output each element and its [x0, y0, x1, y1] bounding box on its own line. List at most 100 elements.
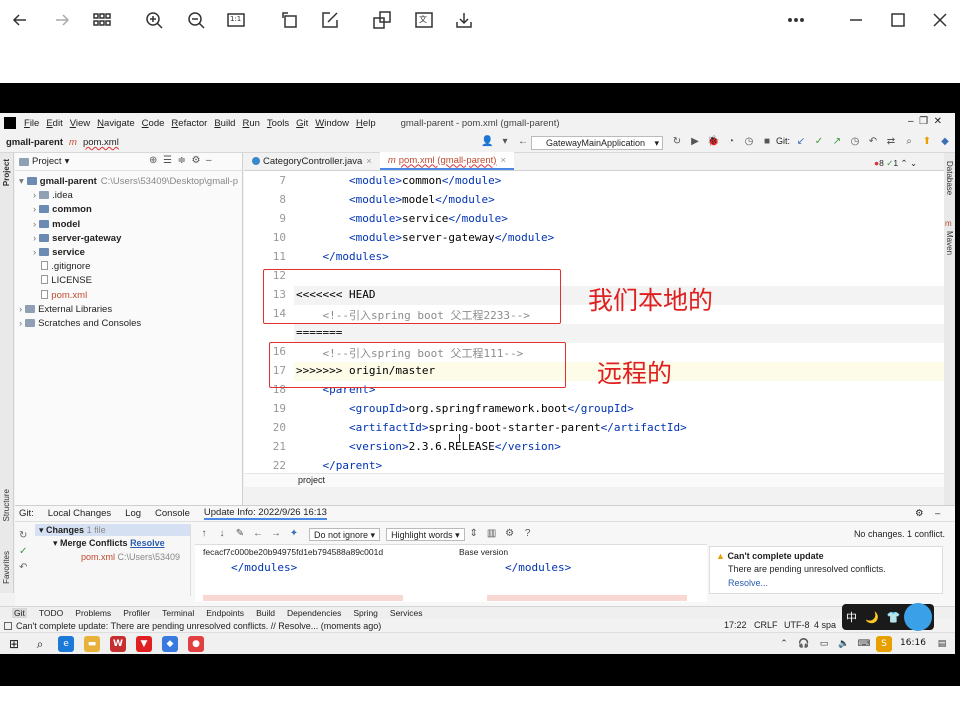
tab-pom-xml[interactable]: m pom.xml (gmall-parent) × [379, 152, 514, 170]
menu-view[interactable]: View [70, 118, 90, 129]
edit-icon[interactable] [318, 8, 342, 32]
gear-icon[interactable]: ⚙ [191, 155, 200, 166]
tree-row[interactable]: › .idea [33, 189, 73, 203]
app-icon[interactable]: ● [188, 636, 204, 652]
tree-row[interactable]: › Scratches and Consoles [19, 317, 141, 331]
code-line[interactable]: </parent> [296, 459, 383, 472]
tool-tab-problems[interactable]: Problems [75, 608, 111, 618]
highlight-select[interactable]: Highlight words ▾ [386, 527, 465, 541]
notification-resolve-link[interactable]: Resolve... [728, 578, 936, 588]
download-icon[interactable] [452, 8, 476, 32]
run-icon[interactable]: ▶ [689, 136, 701, 148]
tab-console[interactable]: Console [155, 508, 190, 519]
tree-row[interactable]: › common [33, 203, 92, 217]
refresh-icon[interactable]: ↻ [671, 136, 683, 148]
pdf-app-icon[interactable]: ▼ [136, 636, 152, 652]
resolve-link[interactable]: Resolve [130, 538, 165, 548]
chevron-right-icon[interactable]: › [33, 190, 36, 201]
menu-file[interactable]: File [24, 118, 39, 129]
tree-row[interactable]: ▾ gmall-parent C:\Users\53409\Desktop\gmal… [19, 175, 238, 189]
tray-app-icon[interactable]: S [876, 636, 892, 652]
search-icon[interactable]: ⌕ [903, 136, 915, 148]
refresh-icon[interactable]: ↻ [19, 528, 27, 544]
check-icon[interactable]: ✓ [19, 544, 27, 560]
menu-help[interactable]: Help [356, 118, 376, 129]
close-icon[interactable] [928, 8, 952, 32]
chevron-right-icon[interactable]: › [33, 219, 36, 230]
chevron-right-icon[interactable]: › [19, 304, 22, 315]
code-line[interactable]: <version>2.3.6.RELEASE</version> [296, 440, 561, 453]
indent-setting[interactable]: 4 spa [814, 620, 836, 630]
edit-icon[interactable]: ✎ [234, 528, 246, 540]
search-icon[interactable]: ⌕ [32, 636, 48, 652]
minimize-icon[interactable] [844, 8, 868, 32]
chevron-right-icon[interactable]: › [33, 247, 36, 258]
tool-tab-spring[interactable]: Spring [353, 608, 378, 618]
translate-image-icon[interactable] [370, 8, 394, 32]
conflict-file-node[interactable]: pom.xml C:\Users\53409 [35, 550, 190, 564]
code-editor[interactable]: 7 8 9 10 11 12 13 14 16 17 18 19 20 21 22 <module>comm… [244, 171, 944, 487]
tab-log[interactable]: Log [125, 508, 141, 519]
gear-icon[interactable]: ⚙ [504, 528, 516, 540]
status-toggle-icon[interactable] [4, 621, 12, 630]
tool-tab-dependencies[interactable]: Dependencies [287, 608, 341, 618]
actual-size-icon[interactable]: 1:1 [224, 8, 248, 32]
translate-icon[interactable]: ⇄ [885, 136, 897, 148]
zoom-out-icon[interactable] [184, 8, 208, 32]
back-arrow-icon[interactable] [8, 8, 32, 32]
database-tool-tab[interactable]: Database [945, 161, 954, 195]
code-line[interactable]: <module>model</module> [296, 193, 495, 206]
help-icon[interactable]: ? [522, 528, 534, 540]
more-icon[interactable] [784, 8, 808, 32]
profile-icon[interactable]: ◷ [743, 136, 755, 148]
file-encoding[interactable]: UTF-8 [784, 620, 810, 630]
status-message[interactable]: Can't complete update: There are pending… [16, 621, 381, 631]
tab-category-controller[interactable]: CategoryController.java × [244, 152, 380, 170]
chevron-down-icon[interactable]: ⌄ [910, 158, 917, 168]
keyboard-icon[interactable]: ⌨ [856, 636, 872, 652]
code-line[interactable]: <module>common</module> [296, 174, 501, 187]
sync-scroll-icon[interactable]: ⇕ [468, 528, 480, 540]
expand-icon[interactable]: ≑ [177, 155, 185, 166]
app-icon[interactable]: ◆ [162, 636, 178, 652]
tree-row[interactable]: › External Libraries [19, 303, 112, 317]
caret-position[interactable]: 17:22 [724, 620, 747, 630]
merge-conflicts-node[interactable]: ▾ Merge Conflicts Resolve [35, 536, 190, 550]
rotate-icon[interactable] [278, 8, 302, 32]
breadcrumb-project[interactable]: gmall-parent [6, 137, 63, 148]
git-push-icon[interactable]: ↗ [831, 136, 843, 148]
translate-text-icon[interactable]: 文 [412, 8, 436, 32]
assistant-avatar[interactable] [904, 603, 932, 631]
grid-view-icon[interactable] [90, 8, 114, 32]
headset-icon[interactable]: 🎧 [796, 636, 812, 652]
rollback-icon[interactable]: ↶ [19, 560, 27, 576]
project-tool-tab[interactable]: Project [2, 159, 11, 186]
code-line[interactable]: <groupId>org.springframework.boot</group… [296, 402, 634, 415]
ide-window-controls[interactable]: – ❐ ✕ [908, 116, 942, 127]
chevron-down-icon[interactable]: ▾ [19, 176, 24, 187]
windows-start-icon[interactable]: ⊞ [6, 636, 22, 652]
editor-breadcrumb[interactable]: project [244, 473, 944, 487]
tool-tab-todo[interactable]: TODO [39, 608, 63, 618]
notification-icon[interactable]: ▤ [934, 636, 950, 652]
stop-icon[interactable]: ■ [761, 136, 773, 148]
tool-tab-endpoints[interactable]: Endpoints [206, 608, 244, 618]
tab-update-info[interactable]: Update Info: 2022/9/26 16:13 [203, 507, 327, 520]
code-line[interactable]: ======= [296, 326, 342, 339]
ide-logo-icon[interactable]: ◆ [939, 136, 951, 148]
right-arrow-icon[interactable]: → [270, 528, 282, 540]
tray-chevron-icon[interactable]: ⌃ [776, 636, 792, 652]
gear-icon[interactable]: ⚙ [915, 508, 924, 519]
code-line[interactable]: <module>service</module> [296, 212, 508, 225]
inspection-widget[interactable]: ●8 ✓1 ⌃ ⌄ [874, 158, 917, 169]
code-line[interactable]: </modules> [296, 250, 389, 263]
chevron-down-icon[interactable]: ▾ [65, 156, 70, 167]
skin-icon[interactable]: 👕 [887, 611, 901, 624]
chevron-right-icon[interactable]: › [33, 204, 36, 215]
chevron-right-icon[interactable] [33, 275, 38, 286]
tree-row[interactable]: pom.xml [33, 289, 87, 303]
menu-navigate[interactable]: Navigate [97, 118, 135, 129]
dropdown-icon[interactable]: ▾ [499, 136, 511, 148]
taskbar-clock[interactable]: 16:16 [900, 638, 926, 648]
left-arrow-icon[interactable]: ← [252, 528, 264, 540]
